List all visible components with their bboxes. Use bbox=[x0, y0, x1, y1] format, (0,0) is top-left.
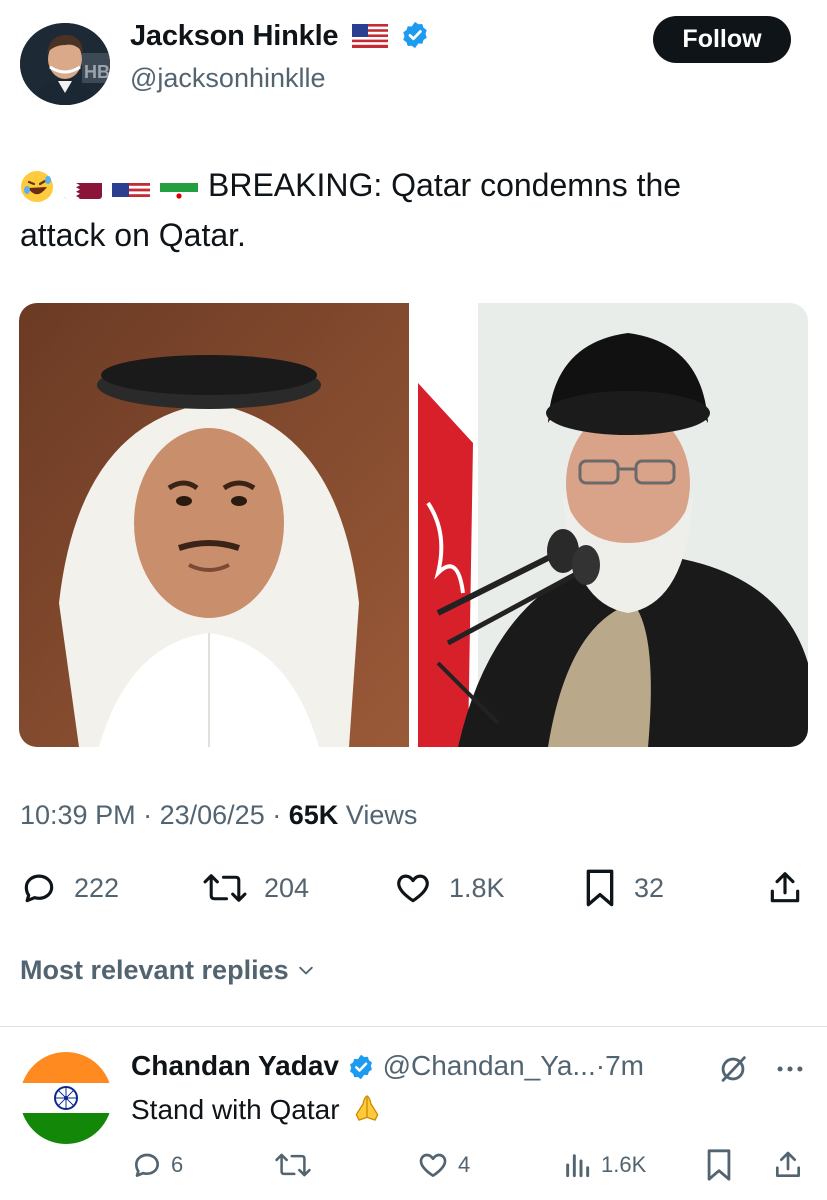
us-flag-icon bbox=[112, 173, 150, 199]
replies-sort-dropdown[interactable]: Most relevant replies bbox=[20, 955, 319, 986]
more-options-icon[interactable] bbox=[773, 1052, 807, 1091]
views-label: Views bbox=[345, 800, 418, 830]
tweet-time[interactable]: 10:39 PM bbox=[20, 800, 136, 830]
us-flag-icon bbox=[352, 21, 389, 54]
reply-views-button[interactable]: 1.6K bbox=[561, 1148, 646, 1182]
reply-reply-button[interactable]: 6 bbox=[131, 1148, 183, 1182]
tweet-photo-right[interactable] bbox=[418, 303, 808, 747]
verified-badge-icon bbox=[347, 1052, 375, 1084]
bookmark-icon bbox=[586, 869, 614, 907]
svg-text:HB: HB bbox=[84, 62, 110, 82]
heart-icon bbox=[397, 874, 429, 903]
views-count[interactable]: 65K bbox=[289, 800, 339, 830]
reply-icon bbox=[135, 1153, 159, 1177]
bookmark-button[interactable]: 32 bbox=[582, 868, 664, 908]
reply-reply-count: 6 bbox=[171, 1152, 184, 1177]
reply-avatar[interactable] bbox=[20, 1052, 112, 1144]
reply-like-count: 4 bbox=[458, 1152, 471, 1177]
share-icon bbox=[770, 872, 800, 903]
reply-repost-button[interactable] bbox=[274, 1148, 320, 1182]
meta-separator: · bbox=[272, 800, 282, 830]
reply-author-handle[interactable]: @Chandan_Ya... bbox=[383, 1050, 596, 1081]
reply-text: Stand with Qatar bbox=[131, 1092, 383, 1126]
author-name-row[interactable]: Jackson Hinkle bbox=[130, 20, 430, 54]
repost-button[interactable]: 204 bbox=[202, 868, 309, 908]
grok-icon[interactable] bbox=[716, 1052, 750, 1091]
divider bbox=[0, 1026, 827, 1027]
reply-views-count: 1.6K bbox=[601, 1152, 647, 1177]
meta-separator: · bbox=[143, 800, 153, 830]
qatar-flag-icon bbox=[64, 173, 102, 199]
analytics-icon bbox=[566, 1154, 590, 1178]
follow-button[interactable]: Follow bbox=[653, 16, 791, 63]
tweet-text: BREAKING: Qatar condemns the attack on Q… bbox=[20, 160, 810, 260]
reply-header: Chandan Yadav @Chandan_Ya...·7m bbox=[131, 1050, 644, 1084]
repost-icon bbox=[275, 1153, 311, 1177]
tweet-date[interactable]: 23/06/25 bbox=[160, 800, 265, 830]
reply-icon bbox=[24, 874, 54, 903]
verified-badge-icon bbox=[400, 20, 430, 54]
replies-sort-label: Most relevant replies bbox=[20, 955, 289, 985]
tweet-photo-left[interactable] bbox=[19, 303, 409, 747]
share-button[interactable] bbox=[766, 868, 820, 908]
folded-hands-emoji-icon bbox=[355, 1095, 379, 1121]
reply-text-content: Stand with Qatar bbox=[131, 1094, 340, 1125]
bookmark-count: 32 bbox=[634, 872, 665, 903]
reply-like-button[interactable]: 4 bbox=[416, 1148, 470, 1182]
rolling-laughing-emoji-icon bbox=[20, 168, 54, 202]
author-avatar[interactable]: HB bbox=[20, 23, 110, 105]
reply-separator: · bbox=[595, 1050, 606, 1081]
iran-flag-icon bbox=[160, 173, 198, 199]
reply-time[interactable]: 7m bbox=[605, 1050, 644, 1081]
share-icon bbox=[776, 1151, 800, 1177]
like-count: 1.8K bbox=[449, 872, 505, 903]
author-handle[interactable]: @jacksonhinklle bbox=[130, 63, 326, 94]
reply-count: 222 bbox=[74, 872, 120, 903]
tweet-text-line2: attack on Qatar. bbox=[20, 217, 246, 253]
reply-share-button[interactable] bbox=[772, 1148, 812, 1182]
tweet-meta: 10:39 PM · 23/06/25 · 65K Views bbox=[20, 800, 417, 831]
author-name[interactable]: Jackson Hinkle bbox=[130, 20, 339, 52]
chevron-down-icon bbox=[298, 966, 313, 974]
tweet-text-line1: BREAKING: Qatar condemns the bbox=[208, 167, 682, 203]
heart-icon bbox=[419, 1153, 447, 1177]
like-button[interactable]: 1.8K bbox=[393, 868, 505, 908]
bookmark-icon bbox=[707, 1149, 731, 1181]
reply-button[interactable]: 222 bbox=[20, 868, 119, 908]
reply-bookmark-button[interactable] bbox=[704, 1148, 742, 1182]
repost-count: 204 bbox=[264, 872, 310, 903]
repost-icon bbox=[203, 874, 247, 902]
reply-author-name[interactable]: Chandan Yadav bbox=[131, 1050, 339, 1081]
